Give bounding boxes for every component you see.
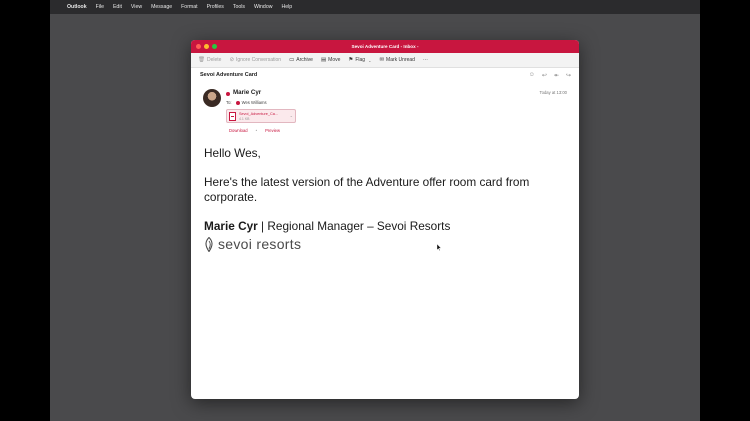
envelope-icon: ✉ xyxy=(379,57,385,63)
forward-icon[interactable]: ↪ xyxy=(566,72,571,79)
close-window-button[interactable] xyxy=(196,44,201,49)
delete-button[interactable]: 🗑 Delete xyxy=(198,57,221,63)
signature: Marie Cyr | Regional Manager – Sevoi Res… xyxy=(204,219,566,234)
desktop: Outlook File Edit View Message Format Pr… xyxy=(50,0,700,421)
emoji-icon[interactable]: ☺ xyxy=(529,72,535,79)
trash-icon: 🗑 xyxy=(198,57,205,63)
move-label: Move xyxy=(328,57,341,63)
download-link[interactable]: Download xyxy=(229,128,248,133)
message-actions: ☺ ↩ ↞ ↪ xyxy=(529,72,571,79)
left-letterbox xyxy=(0,0,50,421)
sevoi-logo: sevoi resorts xyxy=(204,236,566,252)
mark-unread-label: Mark Unread xyxy=(386,57,415,63)
flag-button[interactable]: ⚑ Flag ⌄ xyxy=(348,57,371,63)
leaf-logo-icon xyxy=(205,236,213,252)
flag-label: Flag xyxy=(355,57,366,63)
more-icon: ··· xyxy=(422,57,428,63)
ignore-label: Ignore Conversation xyxy=(236,57,282,63)
flag-icon: ⚑ xyxy=(348,57,354,63)
preview-link[interactable]: Preview xyxy=(265,128,280,133)
chevron-down-icon[interactable]: ⌄ xyxy=(368,58,371,63)
message-date: Today at 13:00 xyxy=(539,90,567,95)
menu-app-name[interactable]: Outlook xyxy=(67,0,87,14)
recipient-row: To: Wes Williams xyxy=(226,100,267,105)
menu-help[interactable]: Help xyxy=(281,0,292,14)
recipient-name[interactable]: Wes Williams xyxy=(242,100,267,105)
to-label: To: xyxy=(226,100,232,105)
sender-avatar[interactable] xyxy=(203,89,221,107)
delete-label: Delete xyxy=(206,57,222,63)
menu-file[interactable]: File xyxy=(96,0,104,14)
greeting-text: Hello Wes, xyxy=(204,146,261,160)
logo-text: sevoi resorts xyxy=(218,236,302,252)
message-header: Marie Cyr Today at 13:00 To: Wes William… xyxy=(191,82,579,142)
attachment-card[interactable]: Sevoi_Adventure_Ca... 4.1 KB ⌄ xyxy=(226,109,296,123)
mark-unread-button[interactable]: ✉ Mark Unread xyxy=(379,57,415,63)
chevron-down-icon[interactable]: ⌄ xyxy=(290,113,293,118)
archive-icon: ▭ xyxy=(289,57,295,63)
more-button[interactable]: ··· xyxy=(423,57,428,63)
menu-view[interactable]: View xyxy=(131,0,142,14)
ignore-icon: ⊘ xyxy=(229,57,235,63)
message-toolbar: 🗑 Delete ⊘ Ignore Conversation ▭ Archive… xyxy=(191,53,579,68)
subject-bar: Sevoi Adventure Card ☺ ↩ ↞ ↪ xyxy=(191,68,579,82)
menu-tools[interactable]: Tools xyxy=(233,0,245,14)
sender-name[interactable]: Marie Cyr xyxy=(233,89,261,96)
mouse-cursor-icon xyxy=(437,244,441,251)
menu-edit[interactable]: Edit xyxy=(113,0,122,14)
link-separator: • xyxy=(255,128,258,133)
message-window: Sevoi Adventure Card - Inbox - 🗑 Delete … xyxy=(191,40,579,399)
move-button[interactable]: ▤ Move xyxy=(321,57,340,63)
sender-status-dot xyxy=(226,92,230,96)
reply-icon[interactable]: ↩ xyxy=(542,72,547,79)
folder-icon: ▤ xyxy=(320,57,327,63)
menu-message[interactable]: Message xyxy=(151,0,172,14)
menu-window[interactable]: Window xyxy=(254,0,272,14)
archive-button[interactable]: ▭ Archive xyxy=(289,57,313,63)
pdf-file-icon xyxy=(229,111,236,121)
body-text: Here's the latest version of the Adventu… xyxy=(204,175,530,204)
signature-name: Marie Cyr xyxy=(204,219,258,233)
reply-all-icon[interactable]: ↞ xyxy=(554,72,559,79)
message-subject: Sevoi Adventure Card xyxy=(200,72,258,78)
window-titlebar[interactable]: Sevoi Adventure Card - Inbox - xyxy=(191,40,579,53)
menu-profiles[interactable]: Profiles xyxy=(207,0,224,14)
attachment-name: Sevoi_Adventure_Ca... xyxy=(239,111,279,116)
attachment-info: Sevoi_Adventure_Ca... 4.1 KB xyxy=(239,112,278,121)
menu-format[interactable]: Format xyxy=(181,0,197,14)
window-title: Sevoi Adventure Card - Inbox - xyxy=(351,44,419,49)
right-letterbox xyxy=(700,0,750,421)
zoom-window-button[interactable] xyxy=(212,44,217,49)
message-body: Hello Wes, Here's the latest version of … xyxy=(204,146,566,252)
ignore-conversation-button[interactable]: ⊘ Ignore Conversation xyxy=(229,57,281,63)
minimize-window-button[interactable] xyxy=(204,44,209,49)
recipient-status-dot xyxy=(235,100,240,105)
attachment-size: 4.1 KB xyxy=(239,116,250,121)
menu-bar: Outlook File Edit View Message Format Pr… xyxy=(50,0,700,14)
traffic-lights xyxy=(196,44,217,49)
attachment-links: Download • Preview xyxy=(229,128,280,133)
archive-label: Archive xyxy=(296,57,313,63)
signature-title: | Regional Manager – Sevoi Resorts xyxy=(257,219,451,233)
